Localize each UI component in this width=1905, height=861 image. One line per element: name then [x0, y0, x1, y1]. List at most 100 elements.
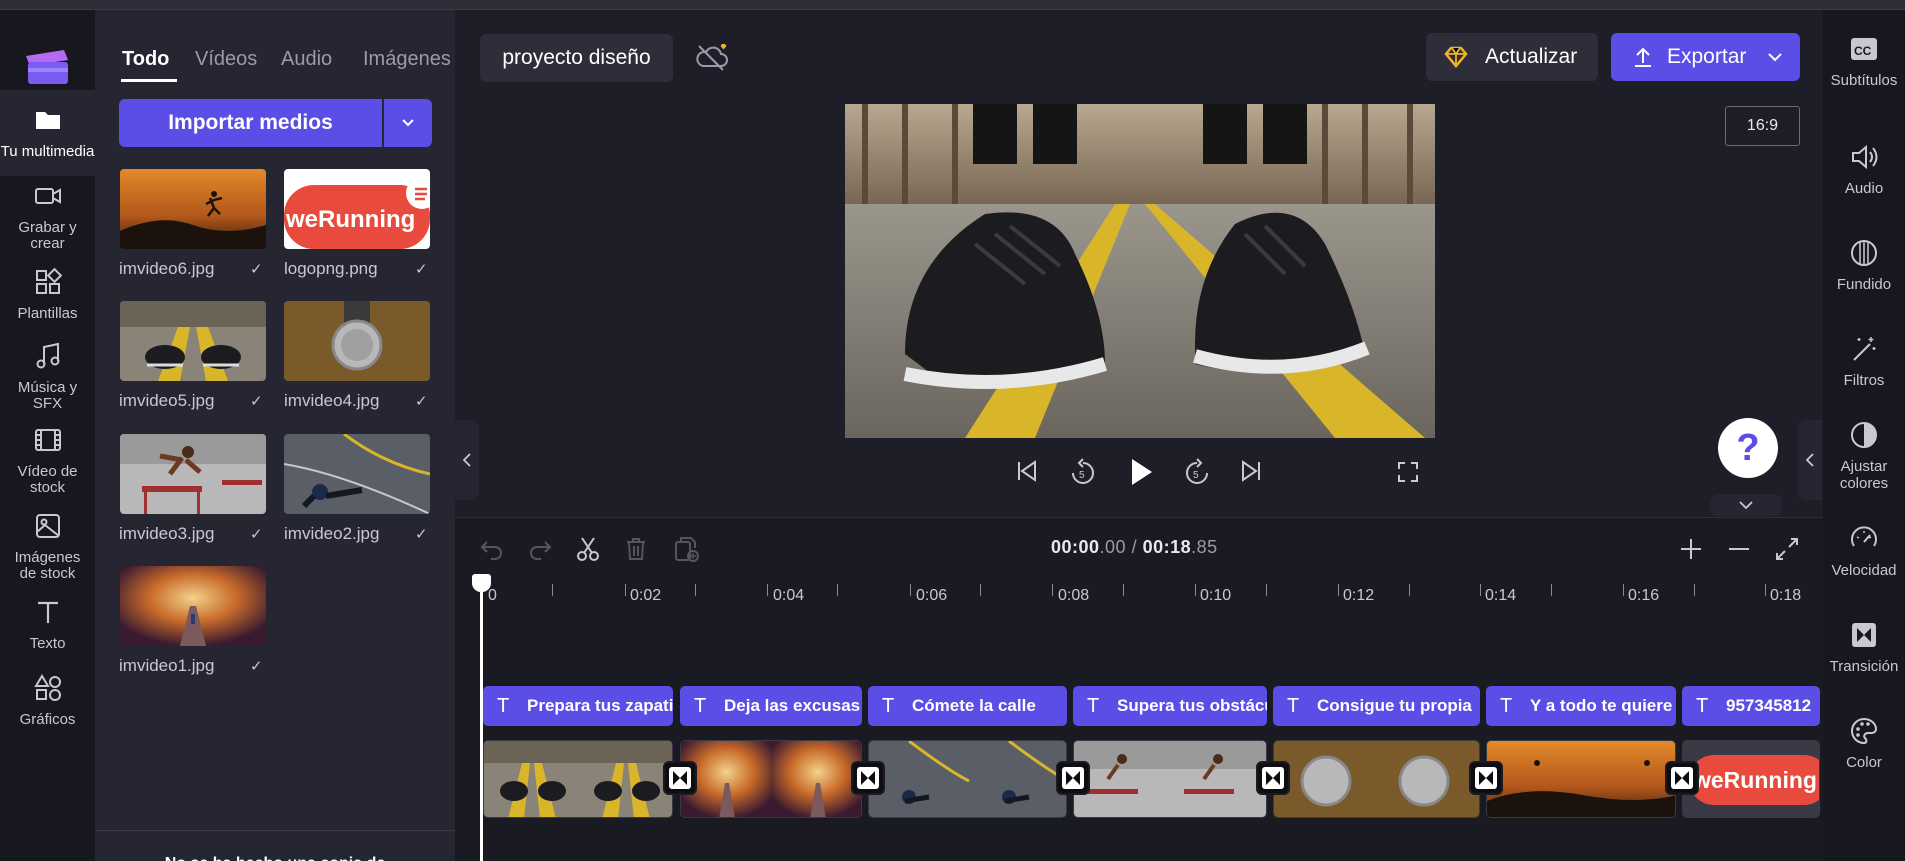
tab-all[interactable]: Todo: [122, 48, 169, 71]
nav-music-sfx[interactable]: Música y SFX: [0, 340, 95, 412]
media-filename: logopng.png: [284, 259, 378, 278]
video-clip[interactable]: [868, 740, 1067, 818]
panel-transition[interactable]: Transición: [1823, 620, 1905, 675]
upload-icon: [1635, 47, 1651, 67]
media-panel: Todo Vídeos Audio Imágenes Importar medi…: [95, 10, 455, 861]
fullscreen-icon[interactable]: [1396, 460, 1420, 484]
media-tabs: Todo Vídeos Audio Imágenes: [95, 48, 455, 80]
upgrade-button[interactable]: Actualizar: [1426, 33, 1598, 81]
speedometer-icon: [1851, 526, 1877, 547]
media-thumb-imvideo3[interactable]: [120, 434, 266, 514]
media-filename: imvideo4.jpg: [284, 391, 380, 410]
collapse-preview-handle[interactable]: [1706, 494, 1786, 516]
cloud-offline-icon[interactable]: [693, 40, 733, 74]
check-icon: ✓: [250, 393, 263, 410]
collapse-media-panel-handle[interactable]: [455, 420, 479, 500]
panel-label: Transición: [1829, 658, 1899, 675]
text-clip[interactable]: T Supera tus obstácu: [1073, 686, 1267, 726]
text-icon: [37, 601, 58, 623]
panel-filters[interactable]: Filtros: [1823, 334, 1905, 389]
media-thumb-imvideo5[interactable]: [120, 301, 266, 381]
playhead[interactable]: [480, 576, 483, 861]
text-clip-label: Prepara tus zapati: [527, 696, 673, 715]
text-clip[interactable]: T Consigue tu propia: [1273, 686, 1480, 726]
transition-marker[interactable]: [851, 761, 885, 795]
nav-templates[interactable]: Plantillas: [0, 266, 95, 322]
nav-your-media[interactable]: Tu multimedia: [0, 90, 95, 176]
panel-fade[interactable]: Fundido: [1823, 238, 1905, 293]
project-name-field[interactable]: proyecto diseño: [480, 34, 673, 82]
nav-text[interactable]: Texto: [0, 596, 95, 652]
ruler-tick: [1195, 584, 1196, 596]
panel-captions[interactable]: CC Subtítulos: [1823, 34, 1905, 89]
upgrade-label: Actualizar: [1485, 45, 1578, 68]
chevron-down-icon: [402, 119, 414, 127]
sunset-runner-image: [120, 169, 266, 249]
video-clip[interactable]: [483, 740, 673, 818]
text-clip[interactable]: T Prepara tus zapati: [483, 686, 673, 726]
panel-audio[interactable]: Audio: [1823, 142, 1905, 197]
redo-icon[interactable]: [525, 534, 555, 564]
undo-icon[interactable]: [477, 534, 507, 564]
nav-graphics[interactable]: Gráficos: [0, 672, 95, 728]
skip-to-end-icon[interactable]: [1238, 458, 1264, 484]
rewind-5-icon[interactable]: 5: [1068, 458, 1098, 488]
forward-5-icon[interactable]: 5: [1182, 458, 1212, 488]
tab-audio[interactable]: Audio: [281, 48, 332, 71]
zoom-in-icon[interactable]: [1676, 534, 1706, 564]
duplicate-icon[interactable]: [671, 534, 701, 564]
video-clip[interactable]: [1073, 740, 1267, 818]
text-clip-label: Deja las excusas: [724, 696, 861, 715]
trash-icon[interactable]: [621, 534, 651, 564]
transition-marker[interactable]: [1469, 761, 1503, 795]
cc-icon: CC: [1851, 38, 1877, 60]
media-thumb-logopng[interactable]: weRunning: [284, 169, 430, 249]
panel-label: Ajustar colores: [1839, 458, 1889, 492]
music-icon: [36, 342, 59, 369]
help-button[interactable]: ?: [1718, 418, 1778, 478]
tab-images[interactable]: Imágenes: [363, 48, 451, 71]
media-thumb-imvideo6[interactable]: [120, 169, 266, 249]
video-clip[interactable]: [680, 740, 862, 818]
ruler-tick: [980, 584, 981, 596]
aspect-ratio-button[interactable]: 16:9: [1725, 106, 1800, 146]
panel-speed[interactable]: Velocidad: [1823, 524, 1905, 579]
video-preview[interactable]: [845, 104, 1435, 438]
import-dropdown-button[interactable]: [384, 99, 432, 147]
skip-to-start-icon[interactable]: [1014, 458, 1040, 484]
text-clip[interactable]: T 957345812: [1682, 686, 1820, 726]
nav-record-create[interactable]: Grabar y crear: [0, 180, 95, 252]
transition-marker[interactable]: [1256, 761, 1290, 795]
media-thumb-imvideo1[interactable]: [120, 566, 266, 646]
import-media-button[interactable]: Importar medios: [119, 99, 382, 147]
video-clip[interactable]: [1486, 740, 1676, 818]
clip-thumbnail-forest: [681, 741, 861, 817]
play-icon[interactable]: [1126, 456, 1156, 488]
window-top-bar: [0, 0, 1905, 10]
tab-videos[interactable]: Vídeos: [195, 48, 257, 71]
panel-color[interactable]: Color: [1823, 716, 1905, 771]
check-icon: ✓: [415, 393, 428, 410]
transition-marker[interactable]: [1056, 761, 1090, 795]
nav-stock-video[interactable]: Vídeo de stock: [0, 424, 95, 496]
collapse-properties-panel-handle[interactable]: [1798, 420, 1822, 500]
transition-marker[interactable]: [663, 761, 697, 795]
total-time-fraction: .85: [1191, 537, 1218, 557]
transition-marker[interactable]: [1665, 761, 1699, 795]
playhead-handle[interactable]: [472, 574, 491, 592]
text-clip[interactable]: T Cómete la calle: [868, 686, 1067, 726]
export-button[interactable]: Exportar: [1611, 33, 1800, 81]
video-clip[interactable]: [1273, 740, 1480, 818]
panel-adjust-colors[interactable]: Ajustar colores: [1823, 420, 1905, 492]
scissors-icon[interactable]: [573, 534, 603, 564]
zoom-out-icon[interactable]: [1724, 534, 1754, 564]
total-time: 00:18: [1142, 537, 1192, 557]
media-thumb-imvideo2[interactable]: [284, 434, 430, 514]
media-thumb-imvideo4[interactable]: [284, 301, 430, 381]
fit-timeline-icon[interactable]: [1772, 534, 1802, 564]
text-clip[interactable]: T Deja las excusas: [680, 686, 862, 726]
nav-stock-images[interactable]: Imágenes de stock: [0, 510, 95, 582]
video-clip[interactable]: weRunning: [1682, 740, 1820, 818]
text-clip[interactable]: T Y a todo te quiere: [1486, 686, 1676, 726]
film-icon: [34, 429, 61, 451]
